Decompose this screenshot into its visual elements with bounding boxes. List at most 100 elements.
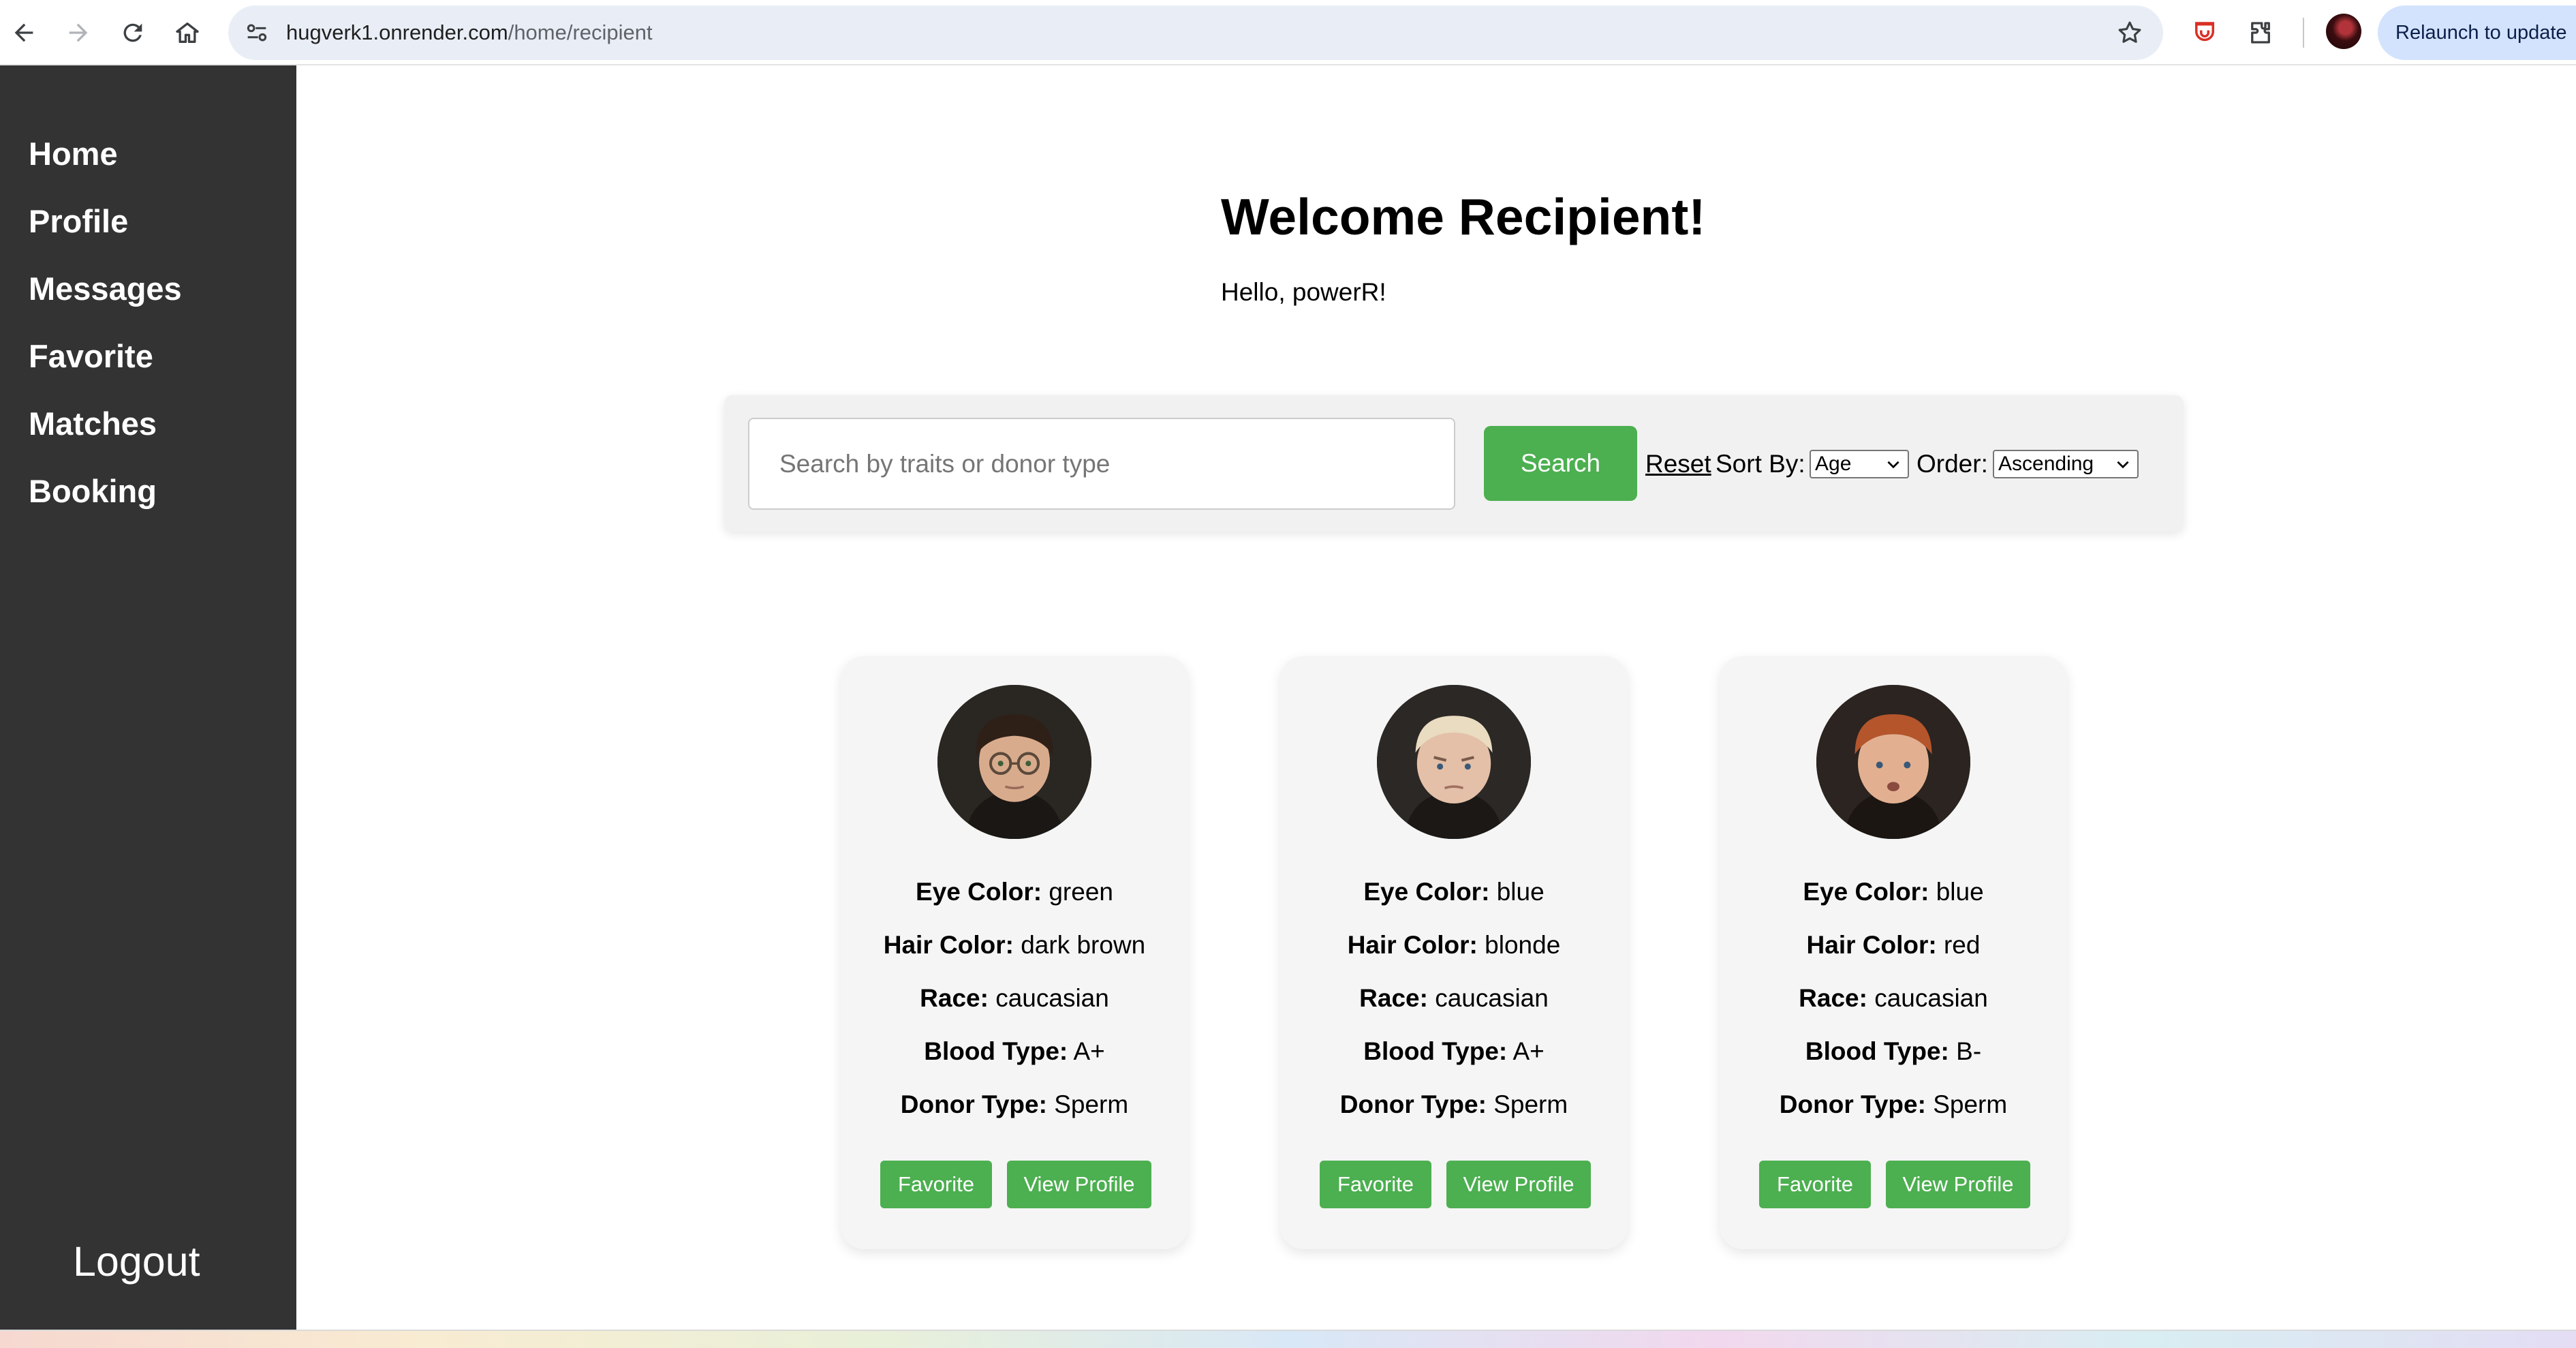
home-icon <box>176 22 199 43</box>
race-label: Race: <box>1359 984 1428 1012</box>
sidebar-item-home[interactable]: Home <box>29 135 118 172</box>
hair-color-label: Hair Color: <box>883 931 1014 959</box>
extensions-button[interactable] <box>2241 14 2280 52</box>
site-settings-icon[interactable] <box>243 19 270 46</box>
eye-color-row: Eye Color: blue <box>1280 878 1628 906</box>
order-select[interactable]: Ascending <box>1993 450 2139 478</box>
logout-button[interactable]: Logout <box>73 1238 200 1285</box>
url-host: hugverk1.onrender.com <box>286 20 508 44</box>
forward-button[interactable] <box>58 12 99 53</box>
sort-by-value: Age <box>1815 453 1852 475</box>
url-text: hugverk1.onrender.com/home/recipient <box>286 19 653 46</box>
blood-type-row: Blood Type: B- <box>1720 1037 2067 1066</box>
hair-color-value: red <box>1943 931 1981 959</box>
arrow-left-icon <box>14 23 33 42</box>
order-value: Ascending <box>1998 453 2094 475</box>
toolbar-divider <box>2303 18 2304 48</box>
blood-type-row: Blood Type: A+ <box>1280 1037 1628 1066</box>
sort-by-select[interactable]: Age <box>1810 450 1909 478</box>
donor-type-value: Sperm <box>1493 1090 1568 1118</box>
chevron-down-icon <box>2117 461 2129 469</box>
sidebar-item-booking[interactable]: Booking <box>29 472 157 510</box>
browser-toolbar: hugverk1.onrender.com/home/recipient Rel… <box>0 0 2576 65</box>
race-row: Race: caucasian <box>1720 984 2067 1013</box>
race-label: Race: <box>920 984 989 1012</box>
sort-by-label: Sort By: <box>1716 450 1805 478</box>
donor-type-label: Donor Type: <box>1779 1090 1926 1118</box>
eye-color-row: Eye Color: green <box>841 878 1188 906</box>
search-input[interactable] <box>748 418 1455 510</box>
chevron-down-icon <box>1887 461 1899 469</box>
eye-color-label: Eye Color: <box>1363 878 1490 906</box>
donor-avatar <box>1377 685 1531 839</box>
donor-type-row: Donor Type: Sperm <box>841 1090 1188 1119</box>
relaunch-button[interactable]: Relaunch to update <box>2378 5 2576 60</box>
eye-color-value: blue <box>1496 878 1545 906</box>
sidebar-item-favorite[interactable]: Favorite <box>29 337 153 375</box>
blood-type-value: B- <box>1956 1037 1982 1065</box>
favorite-button[interactable]: Favorite <box>1759 1161 1871 1208</box>
sidebar-item-matches[interactable]: Matches <box>29 405 157 442</box>
page-title: Welcome Recipient! <box>1221 188 1706 245</box>
view-profile-button[interactable]: View Profile <box>1886 1161 2030 1208</box>
address-bar[interactable]: hugverk1.onrender.com/home/recipient <box>228 5 2163 60</box>
blood-type-label: Blood Type: <box>1363 1037 1508 1065</box>
search-button[interactable]: Search <box>1484 426 1637 501</box>
donor-type-value: Sperm <box>1054 1090 1129 1118</box>
eye-color-value: blue <box>1936 878 1984 906</box>
race-label: Race: <box>1799 984 1867 1012</box>
favorite-button[interactable]: Favorite <box>1320 1161 1431 1208</box>
sidebar-item-messages[interactable]: Messages <box>29 270 182 307</box>
eye-color-value: green <box>1049 878 1113 906</box>
hair-color-label: Hair Color: <box>1806 931 1937 959</box>
donor-type-value: Sperm <box>1933 1090 2008 1118</box>
donor-avatar <box>1816 685 1970 839</box>
sidebar-item-profile[interactable]: Profile <box>29 202 128 240</box>
puzzle-icon <box>2251 22 2270 44</box>
view-profile-button[interactable]: View Profile <box>1007 1161 1151 1208</box>
race-value: caucasian <box>1435 984 1549 1012</box>
sidebar: Home Profile Messages Favorite Matches B… <box>0 65 296 1330</box>
shield-extension-icon <box>2195 22 2214 42</box>
donor-type-label: Donor Type: <box>900 1090 1047 1118</box>
race-row: Race: caucasian <box>1280 984 1628 1013</box>
reset-link[interactable]: Reset <box>1645 450 1711 478</box>
blood-type-row: Blood Type: A+ <box>841 1037 1188 1066</box>
donor-card: Eye Color: blue Hair Color: blonde Race:… <box>1280 656 1628 1249</box>
reload-icon <box>123 23 142 42</box>
order-label: Order: <box>1917 450 1988 478</box>
blood-type-label: Blood Type: <box>1805 1037 1949 1065</box>
race-row: Race: caucasian <box>841 984 1188 1013</box>
donor-type-row: Donor Type: Sperm <box>1720 1090 2067 1119</box>
eye-color-label: Eye Color: <box>1803 878 1929 906</box>
home-button[interactable] <box>167 12 208 53</box>
donor-card: Eye Color: green Hair Color: dark brown … <box>841 656 1188 1249</box>
child-portrait-icon <box>1816 685 1970 839</box>
reload-button[interactable] <box>112 12 153 53</box>
donor-type-row: Donor Type: Sperm <box>1280 1090 1628 1119</box>
hair-color-value: dark brown <box>1021 931 1146 959</box>
hair-color-label: Hair Color: <box>1347 931 1478 959</box>
url-path: /home/recipient <box>508 20 653 44</box>
search-panel: Search Reset Sort By: Age Order: Ascendi… <box>724 395 2184 532</box>
race-value: caucasian <box>995 984 1109 1012</box>
back-button[interactable] <box>3 12 44 53</box>
favorite-button[interactable]: Favorite <box>880 1161 992 1208</box>
donor-type-label: Donor Type: <box>1339 1090 1487 1118</box>
eye-color-label: Eye Color: <box>916 878 1042 906</box>
taskbar-strip <box>0 1330 2576 1348</box>
eye-color-row: Eye Color: blue <box>1720 878 2067 906</box>
view-profile-button[interactable]: View Profile <box>1446 1161 1591 1208</box>
donor-avatar <box>937 685 1091 839</box>
blood-type-value: A+ <box>1073 1037 1105 1065</box>
profile-avatar[interactable] <box>2326 14 2361 49</box>
blood-type-value: A+ <box>1512 1037 1545 1065</box>
arrow-right-icon <box>69 23 88 42</box>
race-value: caucasian <box>1874 984 1988 1012</box>
bookmark-star-icon[interactable] <box>2115 18 2144 47</box>
hair-color-row: Hair Color: red <box>1720 931 2067 960</box>
extension-shield-button[interactable] <box>2186 14 2224 52</box>
hair-color-value: blonde <box>1485 931 1561 959</box>
hair-color-row: Hair Color: blonde <box>1280 931 1628 960</box>
greeting-text: Hello, powerR! <box>1221 278 1386 306</box>
